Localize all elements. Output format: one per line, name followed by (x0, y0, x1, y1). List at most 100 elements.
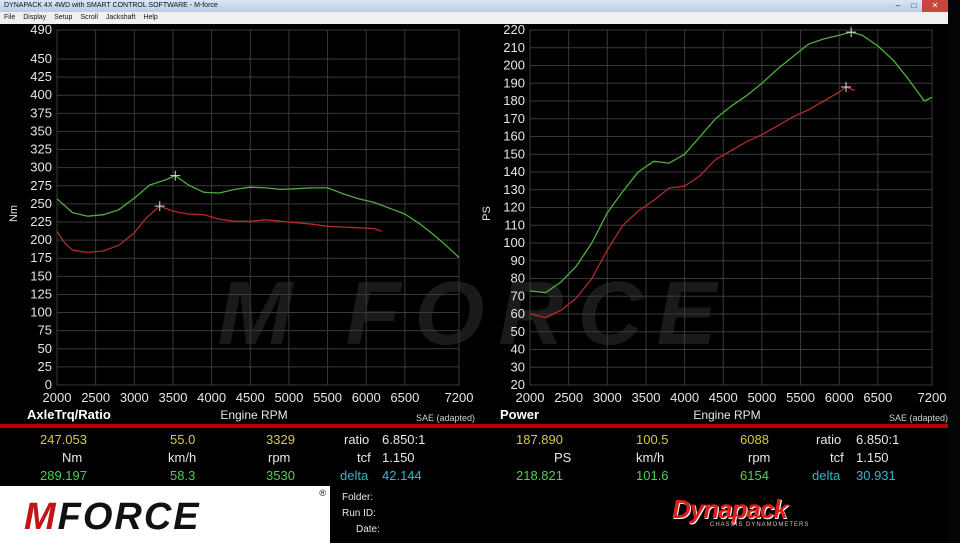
y-tick-label: 25 (38, 359, 52, 374)
y-tick-label: 400 (30, 87, 52, 102)
menu-display[interactable]: Display (23, 14, 46, 21)
menu-setup[interactable]: Setup (54, 14, 72, 21)
x-tick-label: 5500 (313, 390, 342, 405)
rpm-unit-left: rpm (268, 450, 291, 465)
x-tick-label: 3500 (632, 390, 661, 405)
delta-label-right: delta (812, 468, 841, 483)
y-tick-label: 325 (30, 142, 52, 157)
x-tick-label: 2000 (516, 390, 545, 405)
delta-value-right: 30.931 (856, 468, 896, 483)
y-tick-label: 220 (503, 24, 525, 37)
dynapack-tagline: CHASSIS DYNAMOMETERS (710, 522, 810, 528)
y-tick-label: 200 (30, 232, 52, 247)
power-unit: PS (554, 450, 572, 465)
power-rpm-red: 6088 (740, 432, 769, 447)
speed-unit-left: km/h (168, 450, 197, 465)
sae-note: SAE (adapted) (416, 413, 475, 423)
tcf-label-right: tcf (830, 450, 844, 465)
x-axis-label: Engine RPM (220, 408, 287, 422)
x-tick-label: 5000 (747, 390, 776, 405)
y-tick-label: 0 (45, 377, 52, 392)
menu-help[interactable]: Help (143, 14, 157, 21)
y-tick-label: 140 (503, 164, 525, 179)
x-tick-label: 3000 (593, 390, 622, 405)
y-axis-label: Nm (8, 205, 20, 222)
window-controls: – □ ✕ (890, 0, 948, 12)
x-tick-label: 3500 (159, 390, 188, 405)
window-title: DYNAPACK 4X 4WD with SMART CONTROL SOFTW… (4, 2, 218, 9)
delta-label-left: delta (340, 468, 369, 483)
maximize-icon[interactable]: □ (906, 0, 922, 12)
x-tick-label: 2500 (81, 390, 110, 405)
x-tick-label: 4500 (709, 390, 738, 405)
y-tick-label: 225 (30, 214, 52, 229)
torque-value-red: 247.053 (40, 432, 87, 447)
power-value-red: 187.890 (516, 432, 563, 447)
dyno-charts: M FORCE 2000 2500 3000 3500 4000 4500 5000 5500… (8, 24, 948, 423)
torque-unit: Nm (62, 450, 83, 465)
power-speed-green: 101.6 (636, 468, 669, 483)
y-tick-label: 425 (30, 69, 52, 84)
x-tick-label: 3000 (120, 390, 149, 405)
tcf-label-left: tcf (357, 450, 371, 465)
mforce-logo-text: FORCE (57, 496, 201, 538)
y-tick-label: 350 (30, 123, 52, 138)
y-axis-label: PS (481, 206, 493, 221)
y-tick-label: 20 (511, 377, 525, 392)
ratio-value-right: 6.850:1 (856, 432, 900, 447)
folder-label: Folder: (342, 492, 374, 503)
run-id-label: Run ID: (342, 508, 376, 519)
y-tick-label: 150 (30, 268, 52, 283)
y-tick-label: 125 (30, 286, 52, 301)
y-tick-label: 375 (30, 105, 52, 120)
torque-rpm-red: 3329 (266, 432, 295, 447)
y-tick-label: 70 (511, 288, 525, 303)
y-tick-label: 40 (511, 342, 525, 357)
ratio-value-left: 6.850:1 (382, 432, 426, 447)
y-tick-label: 450 (30, 51, 52, 66)
x-tick-label: 5000 (274, 390, 303, 405)
power-rpm-green: 6154 (740, 468, 769, 483)
y-tick-label: 300 (30, 160, 52, 175)
x-tick-label: 6000 (352, 390, 381, 405)
y-tick-label: 130 (503, 182, 525, 197)
ratio-label-right: ratio (816, 432, 842, 447)
y-tick-label: 170 (503, 111, 525, 126)
torque-rpm-green: 3530 (266, 468, 295, 483)
x-tick-label: 2500 (554, 390, 583, 405)
x-tick-label: 4000 (670, 390, 699, 405)
menu-bar: File Display Setup Scroll Jackshaft Help (0, 12, 948, 24)
y-tick-label: 120 (503, 200, 525, 215)
divider-line (0, 424, 948, 428)
torque-speed-green: 58.3 (170, 468, 196, 483)
date-label: Date: (356, 524, 380, 535)
y-tick-label: 110 (504, 217, 525, 232)
x-tick-label: 6500 (390, 390, 419, 405)
y-tick-label: 100 (30, 305, 52, 320)
y-tick-label: 50 (511, 324, 525, 339)
chart-title: Power (500, 407, 539, 422)
sae-note: SAE (adapted) (889, 413, 948, 423)
y-tick-label: 80 (511, 271, 525, 286)
close-icon[interactable]: ✕ (922, 0, 948, 12)
y-tick-label: 50 (38, 341, 52, 356)
x-tick-label: 7200 (918, 390, 947, 405)
rpm-unit-right: rpm (748, 450, 771, 465)
y-tick-label: 200 (503, 58, 525, 73)
menu-jackshaft[interactable]: Jackshaft (106, 14, 136, 21)
registered-mark: ® (319, 488, 326, 498)
chart-title: AxleTrq/Ratio (27, 407, 111, 422)
menu-file[interactable]: File (4, 14, 15, 21)
series-line-1 (56, 205, 382, 254)
tcf-value-left: 1.150 (382, 450, 415, 465)
minimize-icon[interactable]: – (890, 0, 906, 12)
ratio-label-left: ratio (344, 432, 370, 447)
series-line-0 (529, 31, 933, 294)
y-tick-label: 75 (38, 323, 52, 338)
y-tick-label: 160 (503, 129, 525, 144)
y-tick-label: 30 (511, 359, 525, 374)
dyno-window: DYNAPACK 4X 4WD with SMART CONTROL SOFTW… (0, 0, 948, 543)
y-tick-label: 60 (511, 306, 525, 321)
menu-scroll[interactable]: Scroll (80, 14, 98, 21)
readout-panel: 247.053 55.0 3329 ratio 6.850:1 Nm km/h … (0, 424, 948, 543)
